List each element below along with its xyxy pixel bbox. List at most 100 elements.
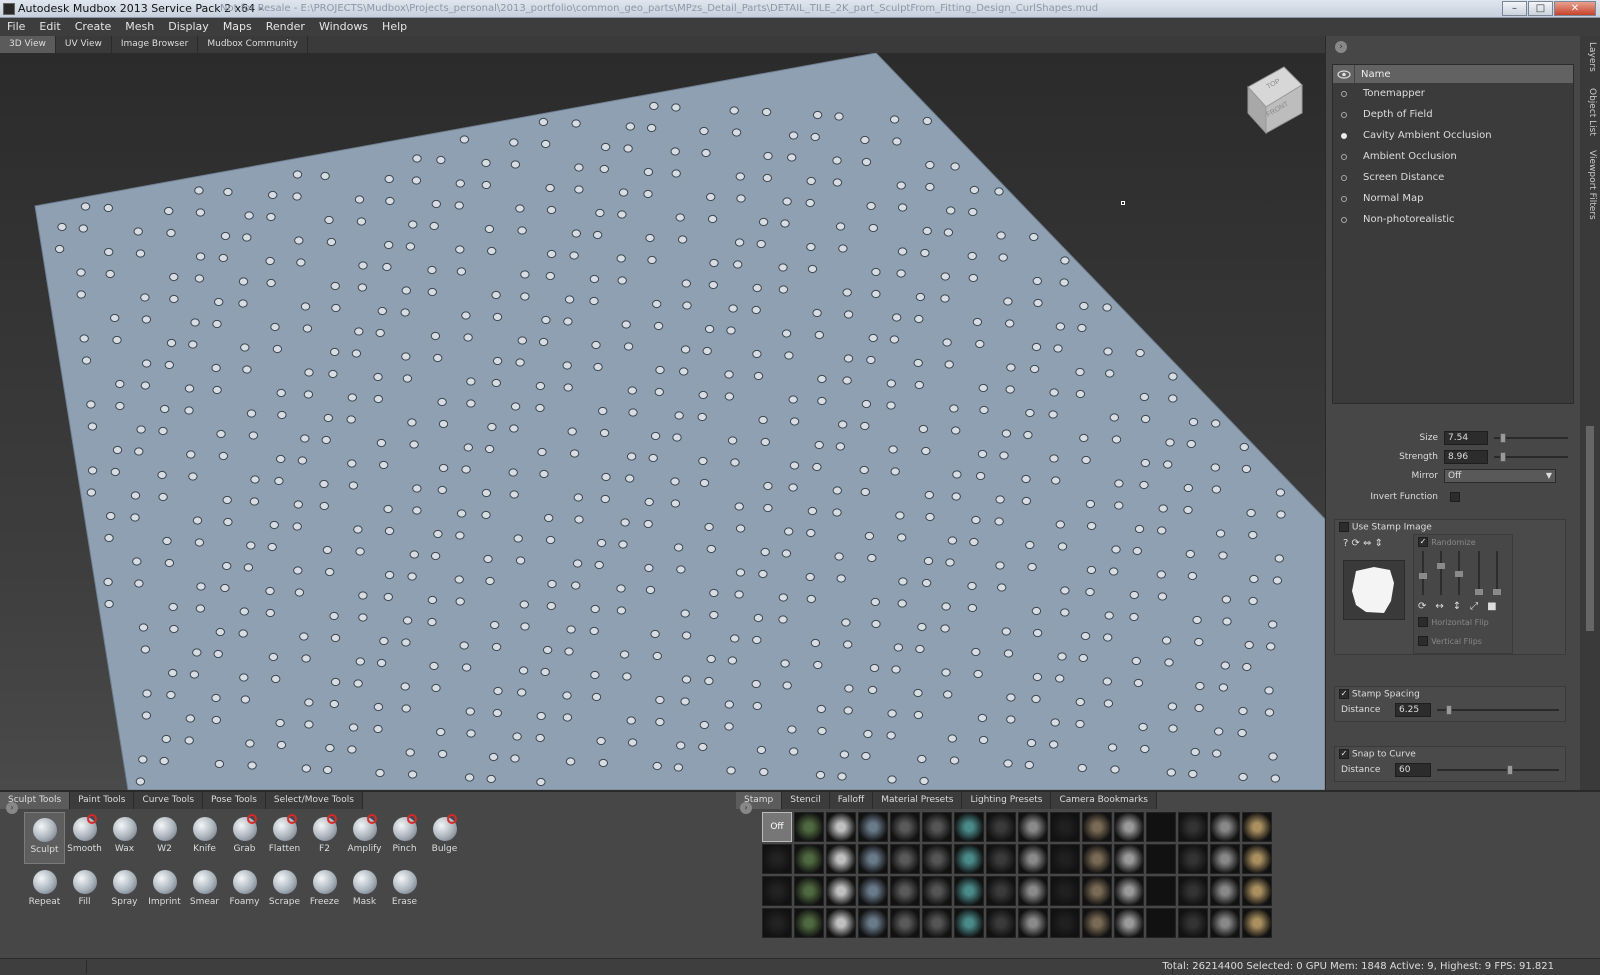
stamp-off-button[interactable]: Off [762, 812, 792, 842]
stamp-thumbnail[interactable] [1178, 844, 1208, 874]
stamp-thumbnail[interactable] [794, 812, 824, 842]
random-slider-3[interactable] [1455, 551, 1463, 595]
tab-stencil[interactable]: Stencil [782, 792, 830, 809]
random-slider-2[interactable] [1437, 551, 1445, 595]
filter-toggle[interactable] [1333, 195, 1355, 202]
stamp-thumbnail[interactable] [858, 876, 888, 906]
stamp-thumbnail[interactable] [890, 812, 920, 842]
tab-paint-tools[interactable]: Paint Tools [70, 792, 135, 809]
stamp-thumbnail[interactable] [1210, 908, 1240, 938]
tool-mask[interactable]: Mask [344, 865, 385, 917]
snap-to-curve-checkbox[interactable]: ✓ [1339, 749, 1349, 759]
stamp-spacing-slider-handle[interactable] [1446, 705, 1452, 715]
stamp-thumbnail[interactable] [762, 844, 792, 874]
stamp-thumbnail[interactable] [1082, 844, 1112, 874]
tab-pose-tools[interactable]: Pose Tools [203, 792, 266, 809]
view-cube[interactable]: TOP FRONT [1246, 65, 1310, 135]
stamp-thumbnail[interactable] [1242, 844, 1272, 874]
layers-tab[interactable]: Layers [1583, 42, 1597, 72]
stamp-thumbnail[interactable] [954, 812, 984, 842]
tool-pinch[interactable]: Pinch [384, 812, 425, 864]
filter-row-screen-distance[interactable]: Screen Distance [1333, 167, 1573, 188]
stamp-thumbnail[interactable] [1210, 876, 1240, 906]
horizontal-flip-checkbox[interactable] [1418, 617, 1428, 627]
stamp-thumbnail[interactable] [890, 908, 920, 938]
menu-maps[interactable]: Maps [216, 18, 259, 36]
tool-f2[interactable]: F2 [304, 812, 345, 864]
stamp-thumbnail[interactable] [922, 844, 952, 874]
tool-grab[interactable]: Grab [224, 812, 265, 864]
stamp-thumbnail[interactable] [1242, 876, 1272, 906]
strength-field[interactable]: 8.96 [1444, 450, 1488, 464]
tool-w2[interactable]: W2 [144, 812, 185, 864]
stamp-thumbnail[interactable] [1050, 908, 1080, 938]
stamp-thumbnail[interactable] [1178, 876, 1208, 906]
stamp-thumbnail[interactable] [1018, 908, 1048, 938]
3d-viewport[interactable]: TOP FRONT [0, 53, 1325, 790]
size-slider-handle[interactable] [1500, 433, 1506, 443]
stamp-thumbnail[interactable] [1210, 844, 1240, 874]
stamp-thumbnail[interactable] [858, 812, 888, 842]
stamp-thumbnail[interactable] [922, 876, 952, 906]
size-field[interactable]: 7.54 [1444, 431, 1488, 445]
stamp-tool-icons[interactable]: ? ⟳ ⇔ ⇕ [1343, 538, 1405, 556]
stamps-expand-icon[interactable]: › [740, 802, 752, 814]
tool-amplify[interactable]: Amplify [344, 812, 385, 864]
eye-icon[interactable] [1333, 65, 1355, 83]
stamp-thumbnail[interactable] [1114, 908, 1144, 938]
vertical-flips-checkbox[interactable] [1418, 636, 1428, 646]
tab-material-presets[interactable]: Material Presets [873, 792, 963, 809]
tool-foamy[interactable]: Foamy [224, 865, 265, 917]
tab-image-browser[interactable]: Image Browser [112, 36, 199, 53]
filter-toggle[interactable] [1333, 153, 1355, 160]
tab-uv-view[interactable]: UV View [56, 36, 112, 53]
stamp-thumbnail[interactable] [826, 812, 856, 842]
stamp-thumbnail[interactable] [1242, 908, 1272, 938]
stamp-thumbnail[interactable] [922, 812, 952, 842]
stamp-thumbnail[interactable] [954, 876, 984, 906]
tool-erase[interactable]: Erase [384, 865, 425, 917]
scrollbar-thumb[interactable] [1586, 426, 1594, 631]
use-stamp-image-checkbox[interactable] [1339, 522, 1349, 532]
invert-function-checkbox[interactable] [1450, 492, 1460, 502]
randomize-checkbox[interactable]: ✓ [1418, 537, 1428, 547]
tool-fill[interactable]: Fill [64, 865, 105, 917]
tab-select-move-tools[interactable]: Select/Move Tools [265, 792, 363, 809]
stamp-thumbnail[interactable] [1050, 812, 1080, 842]
tool-scrape[interactable]: Scrape [264, 865, 305, 917]
stamp-thumbnail[interactable] [1082, 812, 1112, 842]
filter-row-normal-map[interactable]: Normal Map [1333, 188, 1573, 209]
close-button[interactable]: ✕ [1554, 1, 1596, 16]
tool-wax[interactable]: Wax [104, 812, 145, 864]
stamp-spacing-checkbox[interactable]: ✓ [1339, 689, 1349, 699]
filter-toggle[interactable] [1333, 216, 1355, 223]
stamp-thumbnail[interactable] [794, 908, 824, 938]
menu-windows[interactable]: Windows [312, 18, 375, 36]
stamp-thumbnail[interactable] [1210, 812, 1240, 842]
filter-row-cavity-ambient-occlusion[interactable]: Cavity Ambient Occlusion [1333, 125, 1573, 146]
tab-lighting-presets[interactable]: Lighting Presets [962, 792, 1052, 809]
menu-render[interactable]: Render [259, 18, 312, 36]
tool-freeze[interactable]: Freeze [304, 865, 345, 917]
stamp-thumbnail[interactable] [1146, 876, 1176, 906]
strength-slider[interactable] [1494, 452, 1568, 462]
menu-create[interactable]: Create [68, 18, 119, 36]
stamp-thumbnail[interactable] [954, 844, 984, 874]
stamp-thumbnail[interactable] [922, 908, 952, 938]
tool-spray[interactable]: Spray [104, 865, 145, 917]
stamp-thumbnail[interactable] [986, 812, 1016, 842]
minimize-button[interactable]: – [1502, 1, 1527, 16]
viewport-filters-tab[interactable]: Viewport Filters [1583, 150, 1597, 220]
tab-camera-bookmarks[interactable]: Camera Bookmarks [1051, 792, 1157, 809]
tool-knife[interactable]: Knife [184, 812, 225, 864]
object-list-tab[interactable]: Object List [1583, 88, 1597, 136]
stamp-thumbnail[interactable] [986, 844, 1016, 874]
stamp-thumbnail[interactable] [1114, 812, 1144, 842]
stamp-thumbnail[interactable] [1242, 812, 1272, 842]
stamp-thumbnail[interactable] [1114, 876, 1144, 906]
filter-row-ambient-occlusion[interactable]: Ambient Occlusion [1333, 146, 1573, 167]
mirror-dropdown[interactable]: Off ▼ [1444, 469, 1556, 483]
snap-distance-slider[interactable] [1437, 765, 1559, 775]
stamp-thumbnail[interactable] [794, 876, 824, 906]
stamp-thumbnail[interactable] [1146, 812, 1176, 842]
